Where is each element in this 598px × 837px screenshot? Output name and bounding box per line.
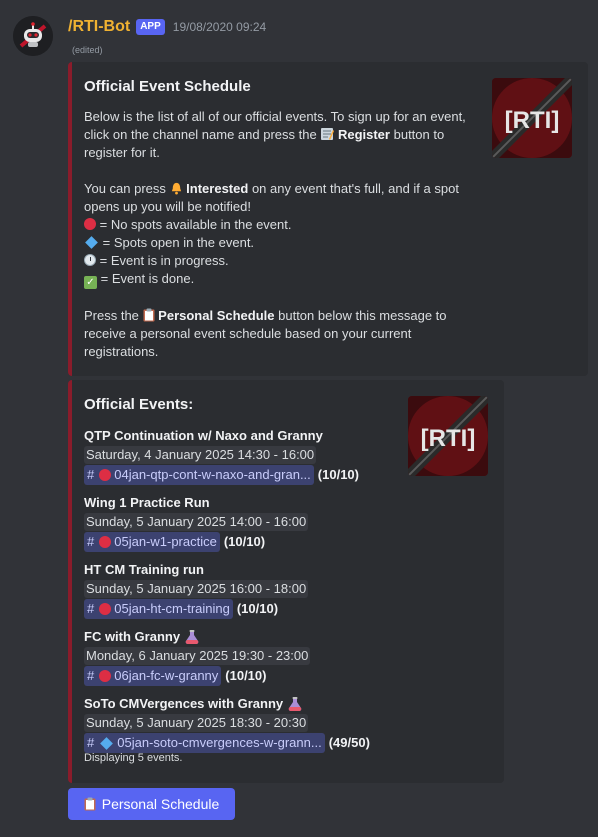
- edited-label: (edited): [72, 45, 103, 55]
- red-circle-icon: [84, 218, 96, 230]
- official-events-embed: Official Events: QTP Continuation w/ Nax…: [68, 380, 504, 783]
- legend-done-text: = Event is done.: [100, 271, 195, 286]
- legend-progress-text: = Event is in progress.: [99, 253, 229, 268]
- memo-icon: [321, 128, 335, 140]
- event-name: FC with Granny: [84, 629, 181, 644]
- channel-link[interactable]: #05jan-ht-cm-training: [84, 599, 233, 619]
- hash-icon: #: [87, 735, 95, 750]
- channel-link[interactable]: #06jan-fc-w-granny: [84, 666, 222, 686]
- event-name-row: FC with Granny: [84, 627, 404, 647]
- personal-schedule-label: Personal Schedule: [158, 308, 275, 323]
- event-count: (49/50): [328, 735, 370, 750]
- interested-label: Interested: [186, 181, 249, 196]
- message-timestamp[interactable]: 19/08/2020 09:24: [173, 20, 266, 34]
- hash-icon: #: [87, 534, 95, 549]
- hash-icon: #: [87, 467, 95, 482]
- event-count: (10/10): [223, 534, 266, 549]
- event-item: FC with Granny Monday, 6 January 2025 19…: [84, 627, 404, 686]
- legend-done: ✓ = Event is done.: [84, 270, 484, 289]
- event-list: QTP Continuation w/ Naxo and Granny Satu…: [84, 426, 404, 761]
- schedule-info-embed: Official Event Schedule Below is the lis…: [68, 62, 588, 376]
- bot-avatar[interactable]: [13, 16, 53, 56]
- red-circle-icon: [99, 536, 112, 548]
- potion-icon: [288, 697, 302, 712]
- event-name: SoTo CMVergences with Granny: [84, 696, 284, 711]
- event-item: Wing 1 Practice Run Sunday, 5 January 20…: [84, 493, 404, 552]
- rti-logo-icon: [RTI]: [492, 78, 572, 158]
- channel-name: 05jan-ht-cm-training: [114, 601, 230, 616]
- legend-full: = No spots available in the event.: [84, 216, 484, 234]
- event-item: QTP Continuation w/ Naxo and Granny Satu…: [84, 426, 404, 485]
- register-label: Register: [337, 127, 390, 142]
- event-date[interactable]: Monday, 6 January 2025 19:30 - 23:00: [84, 647, 311, 665]
- rti-logo-thumbnail[interactable]: [RTI]: [492, 78, 572, 158]
- legend-open-text: = Spots open in the event.: [102, 235, 255, 250]
- legend-full-text: = No spots available in the event.: [99, 217, 292, 232]
- hash-icon: #: [87, 668, 95, 683]
- blue-diamond-icon: [85, 236, 98, 249]
- embed-title: Official Event Schedule: [84, 78, 251, 95]
- channel-link[interactable]: #04jan-qtp-cont-w-naxo-and-gran...: [84, 465, 314, 485]
- events-title: Official Events:: [84, 396, 194, 413]
- event-date[interactable]: Saturday, 4 January 2025 14:30 - 16:00: [84, 446, 317, 464]
- author-name[interactable]: /RTI-Bot: [68, 18, 130, 36]
- personal-text: Press the: [84, 308, 139, 323]
- channel-name: 04jan-qtp-cont-w-naxo-and-gran...: [114, 467, 311, 482]
- event-count: (10/10): [236, 601, 279, 616]
- channel-name: 05jan-w1-practice: [114, 534, 217, 549]
- channel-name: 05jan-soto-cmvergences-w-grann...: [117, 735, 322, 750]
- app-badge: APP: [136, 19, 165, 35]
- event-item: HT CM Training run Sunday, 5 January 202…: [84, 560, 404, 619]
- rti-logo-thumbnail[interactable]: [RTI]: [408, 396, 488, 476]
- event-count: (10/10): [317, 467, 359, 482]
- logo-text: [RTI]: [421, 425, 476, 452]
- logo-text: [RTI]: [505, 107, 560, 134]
- event-name-row: SoTo CMVergences with Granny: [84, 694, 404, 714]
- event-name: Wing 1 Practice Run: [84, 495, 210, 510]
- hash-icon: #: [87, 601, 95, 616]
- event-date[interactable]: Sunday, 5 January 2025 18:30 - 20:30: [84, 714, 309, 732]
- red-circle-icon: [99, 469, 112, 481]
- blue-diamond-icon: [100, 736, 114, 750]
- channel-name: 06jan-fc-w-granny: [114, 668, 219, 683]
- event-date[interactable]: Sunday, 5 January 2025 14:00 - 16:00: [84, 513, 309, 531]
- clipboard-icon: [143, 308, 155, 322]
- robot-avatar-icon: [13, 16, 53, 56]
- embed-footer: Displaying 5 events.: [84, 752, 183, 764]
- interested-text: You can press: [84, 181, 166, 196]
- channel-link[interactable]: #05jan-soto-cmvergences-w-grann...: [84, 733, 325, 753]
- clipboard-icon: [84, 797, 96, 811]
- event-date[interactable]: Sunday, 5 January 2025 16:00 - 18:00: [84, 580, 309, 598]
- red-circle-icon: [99, 670, 112, 682]
- potion-icon: [185, 630, 199, 645]
- clock-icon: [84, 254, 96, 266]
- channel-link[interactable]: #05jan-w1-practice: [84, 532, 220, 552]
- event-count: (10/10): [225, 668, 267, 683]
- bell-icon: [171, 182, 181, 195]
- rti-logo-icon: [RTI]: [408, 396, 488, 476]
- message-header: /RTI-Bot APP 19/08/2020 09:24: [68, 18, 266, 36]
- red-circle-icon: [99, 603, 112, 615]
- embed-description: Below is the list of all of our official…: [84, 108, 484, 361]
- event-name: QTP Continuation w/ Naxo and Granny: [84, 428, 323, 443]
- personal-schedule-button[interactable]: Personal Schedule: [68, 788, 235, 820]
- event-item: SoTo CMVergences with Granny Sunday, 5 J…: [84, 694, 404, 753]
- legend-open: = Spots open in the event.: [84, 234, 484, 252]
- check-mark-icon: ✓: [84, 276, 97, 289]
- button-label: Personal Schedule: [101, 796, 220, 812]
- legend-progress: = Event is in progress.: [84, 252, 484, 270]
- event-name: HT CM Training run: [84, 562, 204, 577]
